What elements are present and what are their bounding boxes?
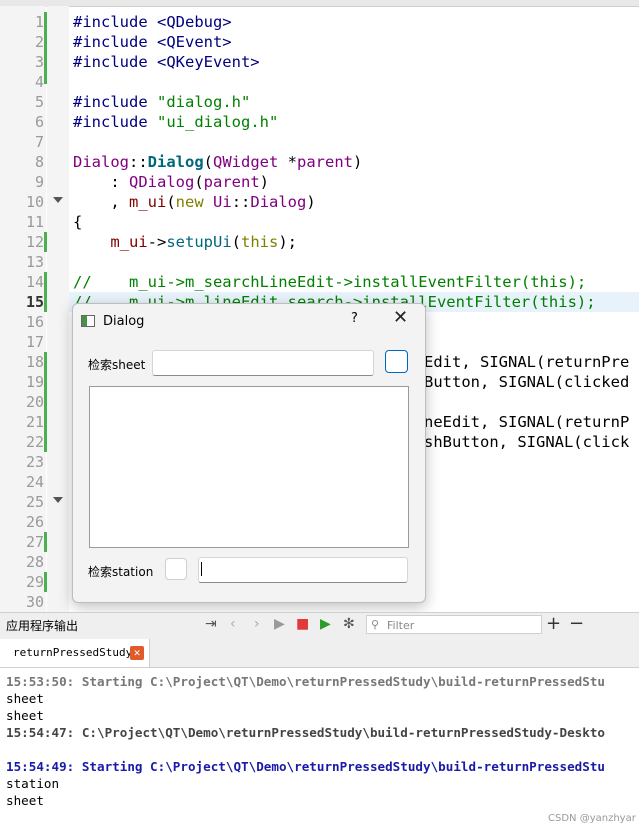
code-line-9[interactable]: : QDialog(parent) — [73, 172, 269, 192]
line-number: 25 — [25, 493, 44, 511]
change-marker — [44, 352, 47, 452]
line-number: 27 — [25, 533, 44, 551]
sheet-search-button[interactable] — [385, 350, 408, 373]
dialog-window[interactable]: Dialog ? ✕ 检索sheet 检索station — [72, 303, 426, 603]
tab-close-icon[interactable]: ✕ — [130, 646, 144, 660]
dialog-app-icon — [81, 315, 95, 327]
run-icon[interactable]: ▶ — [274, 616, 285, 632]
change-marker — [44, 572, 47, 592]
line-number: 10 — [25, 193, 44, 211]
code-fragment-18[interactable]: Edit, SIGNAL(returnPre — [424, 352, 629, 372]
change-marker — [44, 532, 47, 552]
code-line-10[interactable]: , m_ui(new Ui::Dialog) — [73, 192, 315, 212]
output-line: 15:54:47: C:\Project\QT\Demo\returnPress… — [6, 725, 605, 740]
change-marker — [44, 272, 47, 312]
line-number: 13 — [25, 253, 44, 271]
output-tab[interactable]: returnPressedStudy ✕ — [0, 639, 150, 667]
line-number: 20 — [25, 393, 44, 411]
line-number: 22 — [25, 433, 44, 451]
editor-top-strip — [0, 0, 639, 7]
code-line-12[interactable]: m_ui->setupUi(this); — [73, 232, 297, 252]
line-number: 28 — [25, 553, 44, 571]
line-number: 1 — [34, 13, 44, 31]
station-search-button[interactable] — [165, 558, 187, 580]
line-number: 17 — [25, 333, 44, 351]
line-number: 7 — [34, 133, 44, 151]
output-panel-toolbar: 应用程序输出 ⇥ ‹ › ▶ ■ ▶ ✻ ⚲ Filter + − — [0, 612, 639, 638]
line-number: 9 — [34, 173, 44, 191]
code-fragment-19[interactable]: Button, SIGNAL(clicked — [424, 372, 629, 392]
filter-placeholder: Filter — [387, 619, 415, 632]
output-line: sheet — [6, 793, 44, 808]
filter-input[interactable]: ⚲ Filter — [366, 615, 542, 634]
code-line-6[interactable]: #include "ui_dialog.h" — [73, 112, 278, 132]
watermark: CSDN @yanzhyar — [548, 813, 636, 824]
sheet-search-input[interactable] — [152, 350, 374, 376]
output-line: sheet — [6, 691, 44, 706]
fold-arrow-icon[interactable] — [53, 197, 63, 203]
line-number: 16 — [25, 313, 44, 331]
code-line-2[interactable]: #include <QEvent> — [73, 32, 232, 52]
plus-icon[interactable]: + — [546, 613, 561, 634]
line-number: 24 — [25, 473, 44, 491]
fold-arrow-icon[interactable] — [53, 497, 63, 503]
sheet-search-label: 检索sheet — [88, 358, 146, 372]
nav-prev-icon[interactable]: ‹ — [230, 616, 236, 632]
line-number: 5 — [34, 93, 44, 111]
line-number: 26 — [25, 513, 44, 531]
line-number: 2 — [34, 33, 44, 51]
change-marker — [44, 12, 47, 84]
output-tab-bar: returnPressedStudy ✕ — [0, 637, 639, 668]
minus-icon[interactable]: − — [569, 613, 584, 634]
help-icon[interactable]: ? — [351, 311, 358, 326]
code-line-11[interactable]: { — [73, 212, 82, 232]
wrap-icon[interactable]: ⇥ — [205, 616, 217, 632]
filter-icon: ⚲ — [371, 618, 380, 631]
result-list[interactable] — [89, 386, 409, 548]
code-line-3[interactable]: #include <QKeyEvent> — [73, 52, 260, 72]
output-line: 15:54:49: Starting C:\Project\QT\Demo\re… — [6, 759, 605, 774]
nav-next-icon[interactable]: › — [254, 616, 260, 632]
line-number: 3 — [34, 53, 44, 71]
line-number: 21 — [25, 413, 44, 431]
stop-icon[interactable]: ■ — [296, 616, 309, 632]
output-line: 15:53:50: Starting C:\Project\QT\Demo\re… — [6, 674, 605, 689]
code-line-5[interactable]: #include "dialog.h" — [73, 92, 250, 112]
code-line-14[interactable]: // m_ui->m_searchLineEdit->installEventF… — [73, 272, 586, 292]
line-number: 12 — [25, 233, 44, 251]
station-search-input[interactable] — [198, 557, 408, 583]
close-icon[interactable]: ✕ — [393, 307, 408, 328]
code-line-1[interactable]: #include <QDebug> — [73, 12, 232, 32]
debug-run-icon[interactable]: ▶ — [320, 616, 331, 632]
text-caret — [201, 562, 202, 576]
line-number: 29 — [25, 573, 44, 591]
line-number: 8 — [34, 153, 44, 171]
line-number: 6 — [34, 113, 44, 131]
output-tab-label: returnPressedStudy — [13, 646, 133, 659]
fold-margin — [47, 6, 69, 612]
line-number: 19 — [25, 373, 44, 391]
line-number: 15 — [25, 293, 44, 311]
dialog-titlebar[interactable]: Dialog — [81, 310, 144, 332]
line-number: 11 — [25, 213, 44, 231]
line-number: 30 — [25, 593, 44, 611]
line-number: 23 — [25, 453, 44, 471]
code-line-8[interactable]: Dialog::Dialog(QWidget *parent) — [73, 152, 362, 172]
dialog-title: Dialog — [103, 313, 145, 329]
line-number: 4 — [34, 73, 44, 91]
station-search-label: 检索station — [88, 565, 154, 579]
output-panel-title: 应用程序输出 — [6, 619, 79, 633]
line-number: 18 — [25, 353, 44, 371]
output-line: station — [6, 776, 60, 791]
code-fragment-21[interactable]: neEdit, SIGNAL(returnP — [424, 412, 629, 432]
line-number: 14 — [25, 273, 44, 291]
code-fragment-22[interactable]: shButton, SIGNAL(click — [424, 432, 629, 452]
output-line: sheet — [6, 708, 44, 723]
settings-icon[interactable]: ✻ — [343, 616, 355, 632]
change-marker — [44, 232, 47, 252]
